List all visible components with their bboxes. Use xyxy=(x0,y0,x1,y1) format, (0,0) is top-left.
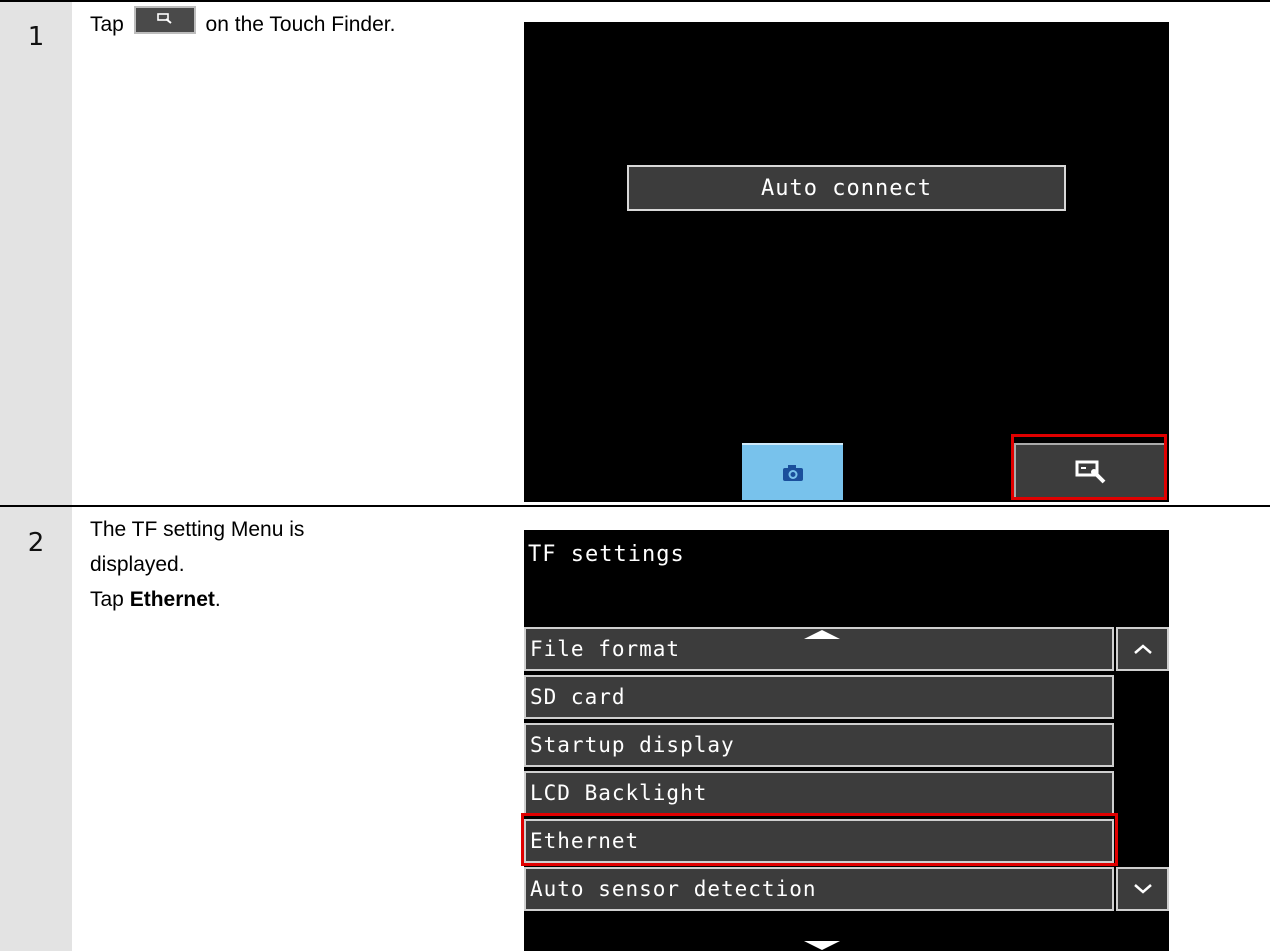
step-1-instruction: Tap on the Touch Finder. xyxy=(90,6,395,42)
step-2-tap-line: Tap Ethernet. xyxy=(90,582,304,617)
menu-item-sd-card[interactable]: SD card xyxy=(524,675,1114,719)
step-2-number: 2 xyxy=(27,528,45,558)
touch-finder-screen-2: TF settings File format SD card Startup … xyxy=(521,530,1169,951)
scroll-up-indicator-icon xyxy=(804,630,840,639)
step-2-line-2: displayed. xyxy=(90,553,185,576)
top-rule xyxy=(0,0,1270,2)
step-1-text-after: on the Touch Finder. xyxy=(205,13,396,36)
tap-suffix: . xyxy=(214,588,221,611)
chevron-down-icon xyxy=(1133,884,1152,894)
scroll-up-button[interactable] xyxy=(1116,627,1169,671)
step-2-column xyxy=(0,507,72,951)
menu-item-startup-display[interactable]: Startup display xyxy=(524,723,1114,767)
step-1-number: 1 xyxy=(27,22,45,52)
tap-prefix: Tap xyxy=(90,588,130,611)
camera-button[interactable] xyxy=(742,443,843,500)
inline-tool-button-icon xyxy=(133,6,196,34)
scroll-down-indicator-icon xyxy=(804,941,840,950)
middle-rule xyxy=(0,505,1270,507)
step-2-line-1: The TF setting Menu is xyxy=(90,518,305,541)
step-2-instruction: The TF setting Menu is displayed. Tap Et… xyxy=(90,512,304,617)
screen-title: TF settings xyxy=(528,542,685,567)
menu-item-auto-sensor-detection[interactable]: Auto sensor detection xyxy=(524,867,1114,911)
step-1-text-before: Tap xyxy=(90,13,124,36)
touch-finder-screen-1: Auto connect xyxy=(524,22,1169,502)
menu-item-lcd-backlight[interactable]: LCD Backlight xyxy=(524,771,1114,815)
auto-connect-button[interactable]: Auto connect xyxy=(627,165,1066,211)
highlight-box-ethernet xyxy=(521,813,1118,866)
step-1-column xyxy=(0,2,72,505)
scroll-down-button[interactable] xyxy=(1116,867,1169,911)
camera-icon xyxy=(782,464,803,481)
chevron-up-icon xyxy=(1133,644,1152,654)
tap-target: Ethernet xyxy=(129,588,215,611)
highlight-box-tool-button xyxy=(1011,434,1167,500)
tool-settings-icon-small xyxy=(156,13,172,24)
